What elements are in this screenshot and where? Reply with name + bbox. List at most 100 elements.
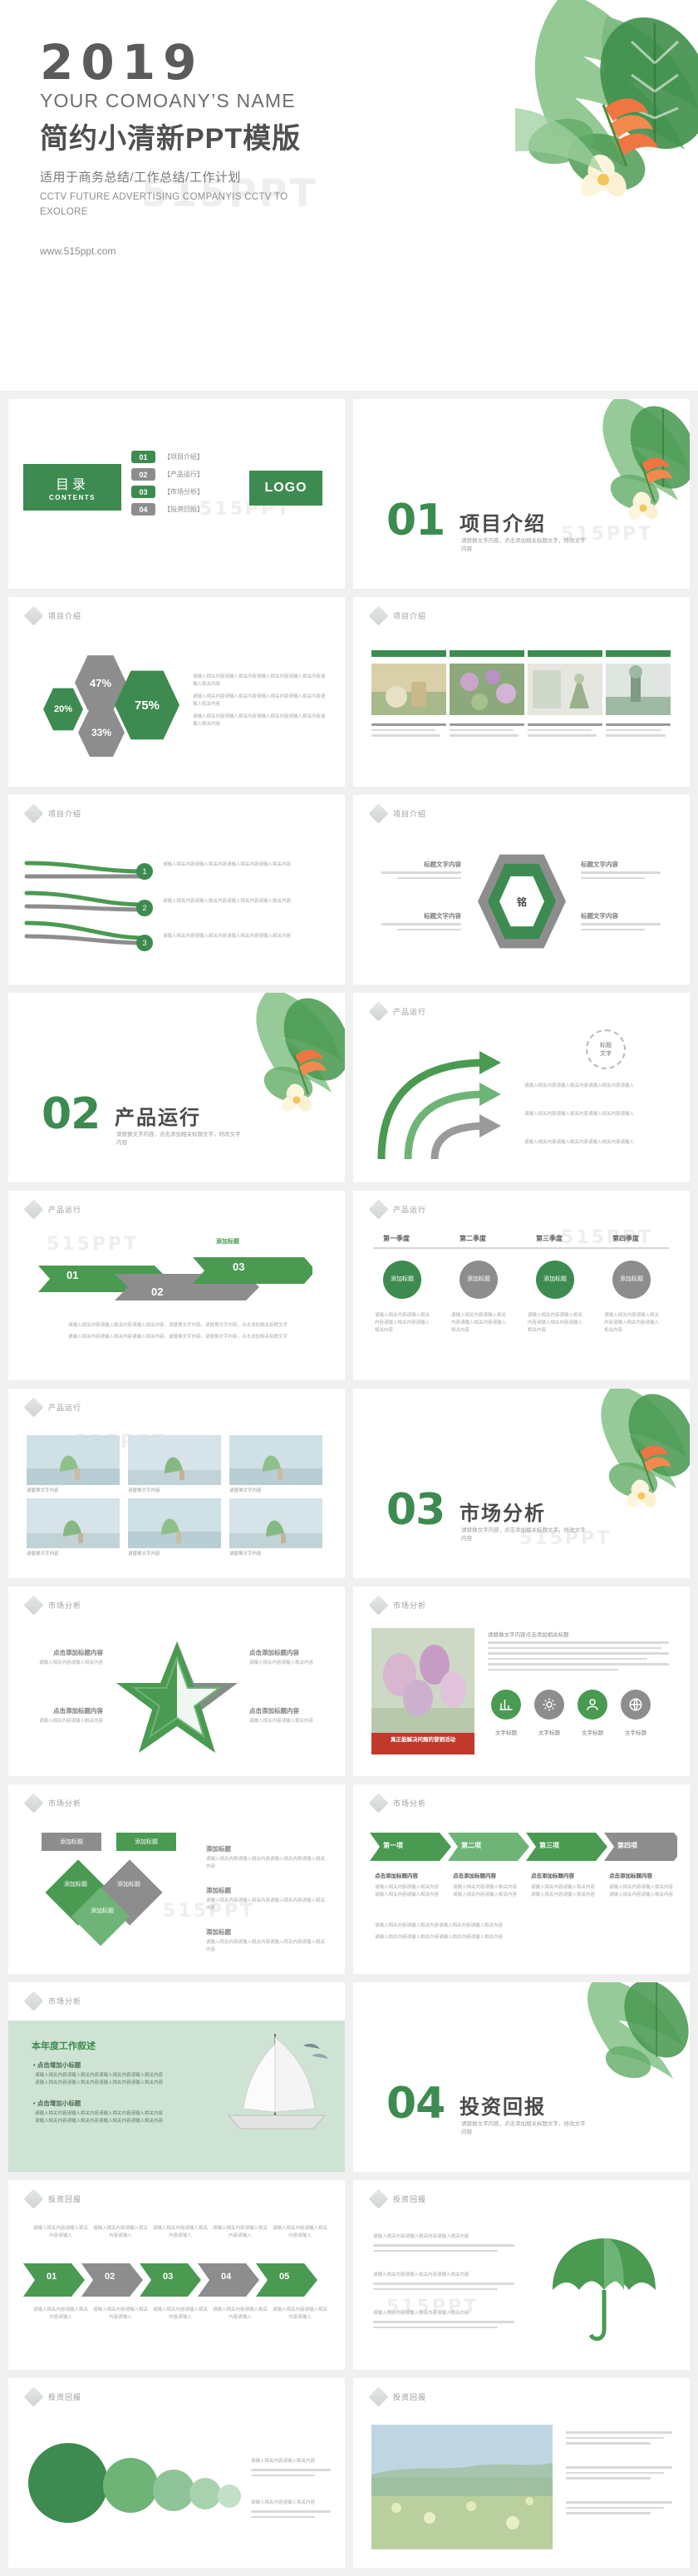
slide-header-label: 项目介绍 bbox=[48, 810, 82, 818]
slide-section-02[interactable]: 02 产品运行 请替换文字内容，点击添加相关标题文字，修改文字内容 bbox=[8, 993, 345, 1182]
curved-connectors bbox=[24, 861, 147, 945]
slide-contents[interactable]: 515PPT 目录 CONTENTS 01 【项目介绍】 02 【产品运行】 0… bbox=[8, 399, 345, 589]
icon-circle[interactable] bbox=[491, 1690, 521, 1720]
diamond-top-label: 添加标题 bbox=[116, 1833, 176, 1851]
icon-circle[interactable] bbox=[621, 1690, 651, 1720]
body-paragraph: 请输入相关内容请输入相关内容请输入相关内容请输入相关内容 bbox=[609, 1885, 674, 1898]
slide-header-label: 产品运行 bbox=[48, 1404, 82, 1412]
step-label: 第一项 bbox=[383, 1842, 403, 1849]
ribbon-title: 添加标题 bbox=[216, 1239, 239, 1245]
body-paragraph: 请输入相关内容请输入相关内容请输入相关内容请输入相关内容 bbox=[604, 1313, 660, 1334]
gallery-photo[interactable] bbox=[229, 1498, 322, 1548]
bubble[interactable] bbox=[103, 2458, 158, 2513]
arrow-caption: 请输入相关内容请输入相关内容请输入 bbox=[33, 2226, 89, 2239]
gallery-photo[interactable] bbox=[27, 1435, 120, 1485]
arrow-number: 04 bbox=[221, 2272, 232, 2282]
bubble[interactable] bbox=[28, 2443, 108, 2523]
bubble[interactable] bbox=[218, 2485, 241, 2508]
slide-landscape-photo[interactable]: 投资回报 bbox=[353, 2378, 690, 2568]
icon-circle[interactable] bbox=[534, 1690, 564, 1720]
slide-ribbon-steps[interactable]: 产品运行 515PPT 添加标题 01 02 03 请输入相关内容请输入相关内容… bbox=[8, 1191, 345, 1380]
slide-photo-gallery[interactable]: 产品运行 515PPT 请替换文字内容 请替换文字内容 请替换文字内容 请替换文… bbox=[8, 1389, 345, 1578]
star-label-block: 点击添加标题内容 请输入相关内容请输入相关内容 bbox=[249, 1706, 326, 1725]
body-paragraph: 请输入相关内容请输入相关内容请输入相关内容请输入相关内容 bbox=[163, 899, 292, 904]
arrow-caption: 请输入相关内容请输入相关内容请输入 bbox=[213, 2226, 268, 2239]
contents-label: 【产品运行】 bbox=[164, 471, 204, 478]
quarter-bubble: 添加标题 bbox=[460, 1261, 498, 1299]
body-paragraph: 请输入相关内容请输入相关内容请输入相关内容，请替换文字内容。请替换文字内容，点击… bbox=[67, 1323, 288, 1328]
photo-caption-block bbox=[371, 723, 446, 740]
cover-company-name: YOUR COMOANY’S NAME bbox=[40, 89, 296, 111]
list-item[interactable]: 01 【项目介绍】 bbox=[131, 451, 204, 463]
slide-five-arrows[interactable]: 投资回报 请输入相关内容请输入相关内容请输入 请输入相关内容请输入相关内容请输入… bbox=[8, 2180, 345, 2370]
step-label: 第三项 bbox=[539, 1842, 559, 1849]
slide-star-diagram[interactable]: 市场分析 点击添加标题内容 请输入相关内容请输入相关内容 点击添加标题内容 请输… bbox=[8, 1587, 345, 1776]
slide-header: 项目介绍 bbox=[23, 605, 81, 626]
photo-caption-block bbox=[528, 723, 602, 740]
list-item[interactable]: 02 【产品运行】 bbox=[131, 468, 204, 481]
slide-poster-icons[interactable]: 市场分析 真正能解决问题的营销活动 请替换文字内容点击添加相关标题 文字标题 文… bbox=[353, 1587, 690, 1776]
diamond-icon bbox=[368, 803, 389, 824]
diamond-icon bbox=[368, 605, 389, 626]
ppt-template-preview-page: 515PPT 2019 YOUR COMOANY’S NAME 简约小清新PPT… bbox=[0, 0, 698, 2576]
diamond-icon bbox=[23, 1793, 44, 1814]
bubble[interactable] bbox=[189, 2478, 221, 2509]
label-title: 点击添加标题内容 bbox=[53, 1649, 103, 1656]
slide-quarters-timeline[interactable]: 产品运行 515PPT 第一季度 第二季度 第三季度 第四季度 添加标题 添加标… bbox=[353, 1191, 690, 1380]
icon-circle[interactable] bbox=[578, 1690, 607, 1720]
gallery-photo[interactable] bbox=[128, 1435, 221, 1485]
gallery-photo[interactable] bbox=[229, 1435, 322, 1485]
gallery-photo[interactable] bbox=[27, 1498, 120, 1548]
slide-yearly-report[interactable]: 市场分析 本年度工作叙述 • 点击增加小标题 请输入相关内容请输入相关内容请输入… bbox=[8, 1982, 345, 2172]
arrow-number: 02 bbox=[105, 2272, 116, 2282]
icon-label: 文字标题 bbox=[625, 1730, 646, 1736]
star-shape bbox=[116, 1641, 238, 1753]
arrow-caption: 请输入相关内容请输入相关内容请输入 bbox=[213, 2307, 268, 2321]
section-description: 请替换文字内容，点击添加相关标题文字，修改文字内容 bbox=[461, 1527, 586, 1542]
slide-section-01[interactable]: 515PPT 01 项目介绍 请替换文字内容，点击添加相关标题文字，修改文字内容 bbox=[353, 399, 690, 589]
slide-hexagon-percent[interactable]: 项目介绍 20% 47% 33% 75% 请输入相关内容请输入相关内容请输入相关… bbox=[8, 597, 345, 787]
bubble[interactable] bbox=[153, 2470, 194, 2511]
label-title: 标题文字内容 bbox=[424, 861, 461, 868]
label-body: 请输入相关内容请输入相关内容 bbox=[38, 1719, 103, 1724]
contents-badge: 目录 CONTENTS bbox=[23, 464, 121, 511]
list-item[interactable]: 03 【市场分析】 bbox=[131, 486, 204, 498]
section-number: 02 bbox=[42, 1089, 101, 1139]
slide-chevron-steps[interactable]: 市场分析 第一项 第二项 第三项 第四项 点击添加标题内容 点击添加标题内容 点… bbox=[353, 1784, 690, 1974]
slide-section-04[interactable]: 04 投资回报 请替换文字内容，点击添加相关标题文字，修改文字内容 bbox=[353, 1982, 690, 2172]
arrow-caption: 请输入相关内容请输入相关内容请输入 bbox=[153, 2226, 209, 2239]
body-paragraph: 请输入相关内容请输入相关内容请输入相关内容 bbox=[373, 2234, 469, 2239]
label-title: 标题文字内容 bbox=[424, 912, 461, 920]
slide-header-label: 市场分析 bbox=[393, 1601, 427, 1610]
report-subtitle: • 点击增加小标题 bbox=[33, 2100, 81, 2107]
hexagon-body-text: 请输入相关内容请输入相关内容请输入相关内容请输入相关内容请输入相关内容 请输入相… bbox=[193, 674, 326, 728]
slide-header-label: 产品运行 bbox=[48, 1206, 82, 1214]
icon-label: 文字标题 bbox=[495, 1730, 517, 1736]
photo-thumbnail bbox=[528, 664, 602, 715]
diamond-label: 添加标题 bbox=[117, 1882, 140, 1888]
slide-three-photos[interactable]: 项目介绍 bbox=[353, 597, 690, 787]
badge-circle: 标题 文字 bbox=[586, 1029, 626, 1069]
slide-arrows-badge[interactable]: 产品运行 标题 文字 请输入相关内容请输入相关内容请输入相关内容请输入 请输入相… bbox=[353, 993, 690, 1182]
diamond-icon bbox=[23, 1199, 44, 1220]
slide-header-label: 产品运行 bbox=[393, 1008, 427, 1016]
slide-hex-ring[interactable]: 项目介绍 铭 标题文字内容 标题文字内容 标题文字内容 标题文字内容 bbox=[353, 795, 690, 985]
slide-diamond-cluster[interactable]: 市场分析 515PPT 添加标题 添加标题 添加标题 添加标题 添加标题 添加标… bbox=[8, 1784, 345, 1974]
label-title: 添加标题 bbox=[206, 1887, 231, 1894]
contents-number: 01 bbox=[131, 451, 155, 463]
diamond-icon bbox=[23, 2189, 44, 2209]
section-number: 04 bbox=[386, 2079, 445, 2129]
slide-bubbles[interactable]: 投资回报 请输入相关内容请输入相关内容 请输入相关内容请输入相关内容 bbox=[8, 2378, 345, 2568]
gallery-caption: 请替换文字内容 bbox=[27, 1488, 59, 1493]
body-paragraph: 请输入相关内容请输入相关内容请输入相关内容请输入相关内容 bbox=[531, 1885, 596, 1898]
step-caption: 点击添加标题内容 bbox=[531, 1873, 574, 1879]
gallery-photo[interactable] bbox=[128, 1498, 221, 1548]
umbrella-icon bbox=[553, 2238, 656, 2342]
slide-header-label: 项目介绍 bbox=[393, 810, 427, 818]
gallery-caption: 请替换文字内容 bbox=[27, 1552, 59, 1557]
slide-umbrella[interactable]: 投资回报 515PPT 请输入相关内容请输入相关内容请输入相关内容 请输入相关内… bbox=[353, 2180, 690, 2370]
contents-list: 01 【项目介绍】 02 【产品运行】 03 【市场分析】 04 【投资回报】 bbox=[131, 451, 204, 521]
list-item[interactable]: 04 【投资回报】 bbox=[131, 503, 204, 516]
slide-section-03[interactable]: 515PPT 03 市场分析 请替换文字内容，点击添加相关标题文字，修改文字内容 bbox=[353, 1389, 690, 1578]
slide-curved-list[interactable]: 项目介绍 1 2 3 请输入相关内容请输入相关内容请输入相关内容请输入相关内容 … bbox=[8, 795, 345, 985]
